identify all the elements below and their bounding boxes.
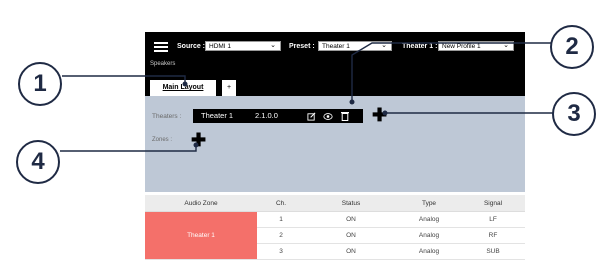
chevron-down-icon: ⌄ [381,42,387,49]
table-row[interactable]: Theater 1 1 ON Analog LF [145,211,525,260]
status-cell: ON [305,227,397,244]
type-cell: Analog [397,243,461,260]
signal-cell: LF [461,211,525,228]
chevron-down-icon: ⌄ [503,42,509,49]
table-header-row: Audio Zone Ch. Status Type Signal [145,195,525,212]
channel-cell: 3 [257,243,305,260]
source-value: HDMI 1 [209,43,232,50]
col-audio-zone: Audio Zone [145,195,257,212]
callout-3: 3 [552,92,596,136]
preset-value: Theater 1 [322,43,350,50]
col-channel: Ch. [257,195,305,212]
edit-icon[interactable] [307,112,316,121]
theater-version: 2.1.0.0 [255,111,278,120]
callout-2: 2 [550,25,594,69]
col-signal: Signal [461,195,525,212]
add-tab-button[interactable]: + [222,80,236,96]
zones-label: Zones : [152,137,173,143]
type-cell: Analog [397,211,461,228]
signal-cell: RF [461,227,525,244]
channel-cell: 1 [257,211,305,228]
theaters-label: Theaters : [152,113,182,120]
source-label: Source : [177,43,206,50]
callout-1: 1 [18,62,62,106]
status-cell: ON [305,211,397,228]
col-type: Type [397,195,461,212]
audio-zone-cell: Theater 1 [145,211,257,260]
add-zone-button[interactable]: ✚ [191,131,206,149]
preset-label: Preset : [289,43,315,50]
theater-name: Theater 1 [201,111,234,120]
theater-label: Theater 1 : [402,43,438,50]
add-theater-button[interactable]: ✚ [372,106,387,124]
menu-icon[interactable] [154,42,168,52]
type-cell: Analog [397,227,461,244]
col-status: Status [305,195,397,212]
source-select[interactable]: HDMI 1 ⌄ [205,41,281,51]
channel-table: Audio Zone Ch. Status Type Signal Theate… [145,195,525,260]
signal-cell: SUB [461,243,525,260]
tab-main-layout[interactable]: Main Layout [150,80,216,96]
view-icon[interactable] [323,112,333,121]
callout-4: 4 [16,140,60,184]
theater-profile-select[interactable]: New Profile 1 ⌄ [438,41,514,51]
chevron-down-icon: ⌄ [270,42,276,49]
theater-profile-value: New Profile 1 [442,43,481,50]
theater-item[interactable]: Theater 1 2.1.0.0 [193,109,363,123]
status-cell: ON [305,243,397,260]
channel-cell: 2 [257,227,305,244]
delete-icon[interactable] [341,111,349,121]
speakers-label: Speakers [150,61,176,67]
preset-select[interactable]: Theater 1 ⌄ [318,41,392,51]
